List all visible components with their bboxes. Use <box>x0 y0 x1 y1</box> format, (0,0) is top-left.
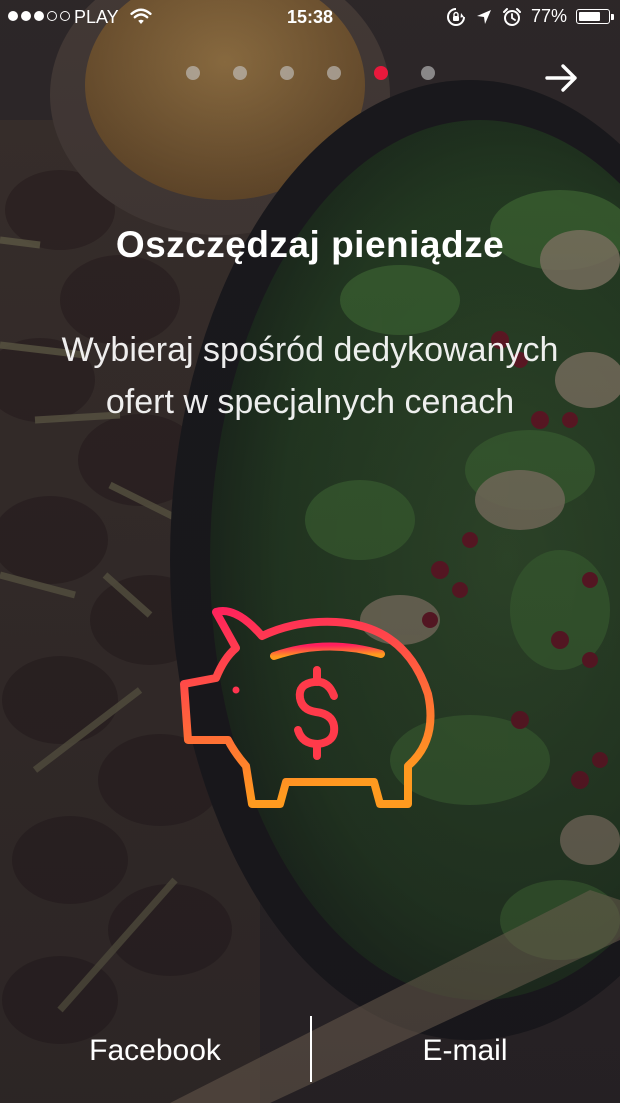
rotation-lock-icon <box>447 7 465 26</box>
page-dot[interactable] <box>233 66 247 80</box>
battery-level-fill <box>579 12 600 21</box>
page-dot[interactable] <box>186 66 200 80</box>
page-dot[interactable] <box>280 66 294 80</box>
page-indicator <box>186 66 435 80</box>
onboarding-title: Oszczędzaj pieniądze <box>115 224 505 265</box>
onboarding-screen: PLAY 15:38 77% Oszczędzaj pieniądze Wybi… <box>0 0 620 1103</box>
location-arrow-icon <box>476 9 491 24</box>
facebook-login-button[interactable]: Facebook <box>0 1016 310 1086</box>
status-bar: PLAY 15:38 77% <box>0 0 620 36</box>
onboarding-subtitle: Wybieraj spośród dedykowanych ofert w sp… <box>61 331 559 421</box>
background-overlay <box>0 0 620 1103</box>
next-arrow-icon[interactable] <box>544 62 580 94</box>
email-login-button[interactable]: E-mail <box>310 1016 620 1086</box>
piggy-bank-dollar-icon <box>180 607 435 808</box>
status-right-group: 77% <box>446 6 614 27</box>
page-dot-active[interactable] <box>374 66 388 80</box>
battery-icon <box>576 9 614 24</box>
login-options: Facebook E-mail <box>0 1016 620 1086</box>
page-dot[interactable] <box>421 66 435 80</box>
page-dot[interactable] <box>327 66 341 80</box>
battery-percent: 77% <box>530 6 567 26</box>
battery-cap <box>611 13 614 20</box>
alarm-clock-icon <box>502 7 521 26</box>
